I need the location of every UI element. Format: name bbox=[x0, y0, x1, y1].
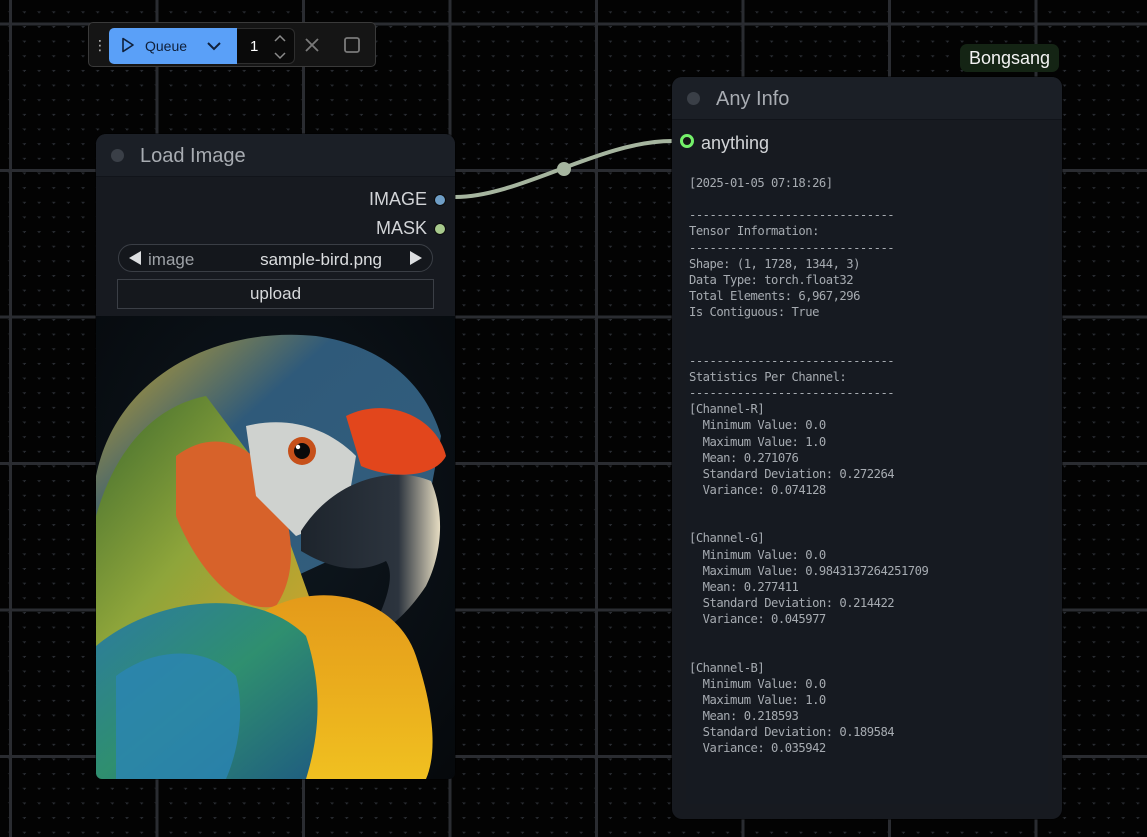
output-pin-icon[interactable] bbox=[434, 194, 446, 206]
load-image-node[interactable]: Load Image IMAGE MASK image sample-bird.… bbox=[96, 134, 455, 779]
output-slot-label: MASK bbox=[375, 218, 427, 238]
batch-count-value[interactable]: 1 bbox=[250, 38, 258, 55]
collapse-toggle-icon[interactable] bbox=[687, 92, 700, 105]
stop-square-icon[interactable] bbox=[343, 36, 361, 54]
widget-name: image bbox=[148, 250, 195, 269]
node-title: Load Image bbox=[140, 145, 246, 167]
output-slot-label: IMAGE bbox=[368, 189, 427, 209]
input-slot-label: anything bbox=[701, 133, 770, 153]
queue-button-label: Queue bbox=[145, 38, 188, 54]
node-badge: Bongsang bbox=[960, 44, 1060, 72]
increment-icon[interactable] bbox=[274, 34, 286, 44]
node-title-bar[interactable]: Load Image bbox=[96, 134, 455, 177]
image-preview bbox=[96, 316, 455, 779]
widget-value[interactable]: sample-bird.png bbox=[260, 250, 382, 270]
output-pin-icon[interactable] bbox=[434, 223, 446, 235]
batch-count-stepper[interactable]: 1 bbox=[237, 28, 295, 64]
collapse-toggle-icon[interactable] bbox=[111, 149, 124, 162]
queue-toolbar: ⋮ Queue 1 bbox=[88, 22, 376, 67]
chevron-down-icon[interactable] bbox=[206, 39, 222, 53]
play-icon bbox=[122, 37, 134, 53]
input-pin-icon[interactable] bbox=[680, 134, 694, 148]
image-combo-widget[interactable]: image sample-bird.png bbox=[118, 244, 433, 272]
info-output-text: [2025-01-05 07:18:26] ------------------… bbox=[689, 176, 929, 756]
node-title-bar[interactable]: Any Info bbox=[672, 77, 1062, 120]
any-info-node[interactable]: Any Info anything [2025-01-05 07:18:26] … bbox=[672, 77, 1062, 819]
queue-button[interactable]: Queue bbox=[109, 28, 237, 64]
previous-arrow-icon[interactable] bbox=[127, 250, 143, 266]
link-midpoint-handle[interactable] bbox=[557, 162, 571, 176]
parrot-image bbox=[96, 316, 455, 779]
decrement-icon[interactable] bbox=[274, 50, 286, 60]
drag-handle-icon[interactable]: ⋮ bbox=[93, 35, 107, 55]
next-arrow-icon[interactable] bbox=[408, 250, 424, 266]
cancel-icon[interactable] bbox=[303, 36, 321, 54]
info-output-textarea[interactable]: [2025-01-05 07:18:26] ------------------… bbox=[686, 170, 1048, 804]
node-title: Any Info bbox=[716, 88, 790, 110]
upload-button[interactable]: upload bbox=[117, 279, 434, 309]
